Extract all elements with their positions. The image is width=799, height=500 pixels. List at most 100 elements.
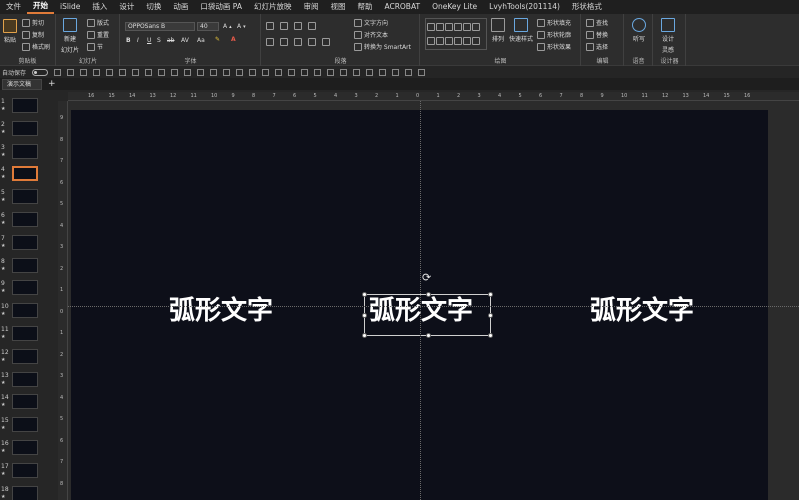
menu-tab[interactable]: ACROBAT <box>378 0 426 14</box>
change-case-button[interactable]: Aa <box>197 37 205 44</box>
menu-tab[interactable]: 切换 <box>140 0 167 14</box>
slide-thumbnail[interactable] <box>12 212 38 227</box>
find-button[interactable]: 查找 <box>586 18 608 27</box>
slide-thumbnail[interactable] <box>12 120 38 136</box>
layer-tool-icon[interactable] <box>262 68 270 76</box>
shape-outline-button[interactable]: 形状轮廓 <box>537 30 571 39</box>
slide-thumbnail[interactable] <box>12 440 38 455</box>
columns-button[interactable] <box>322 38 330 46</box>
resize-handle[interactable] <box>362 313 367 318</box>
slide-thumbnail[interactable] <box>12 143 38 159</box>
slide-thumbnail[interactable] <box>12 394 38 410</box>
menu-tab[interactable]: LvyhTools(201114) <box>483 0 566 14</box>
format-tool-icon[interactable] <box>327 68 335 76</box>
resize-handle[interactable] <box>362 292 367 297</box>
replace-button[interactable]: 替换 <box>586 30 608 39</box>
arc-text-right[interactable]: 弧形文字 <box>590 290 694 327</box>
align-tool-icon[interactable] <box>119 68 127 76</box>
group-tool-icon[interactable] <box>223 68 231 76</box>
slide-thumbnail[interactable] <box>12 303 38 319</box>
new-slide-button[interactable]: 新建 幻灯片 <box>61 18 79 54</box>
menu-tab[interactable]: 文件 <box>0 0 27 14</box>
slide-thumbnail[interactable] <box>12 462 38 478</box>
slide-canvas[interactable]: 弧形文字 弧形文字 弧形文字 ⟳ <box>68 101 799 500</box>
underline-button[interactable]: U <box>147 37 151 44</box>
save-icon[interactable] <box>54 68 62 76</box>
resize-handle[interactable] <box>488 292 493 297</box>
redo-icon[interactable] <box>80 68 88 76</box>
selection-box[interactable] <box>362 292 493 338</box>
align-right-button[interactable] <box>294 38 302 46</box>
arrange-button[interactable]: 排列 <box>491 18 505 43</box>
align-tool-icon[interactable] <box>171 68 179 76</box>
group-tool-icon[interactable] <box>210 68 218 76</box>
spacing-button[interactable]: AV <box>181 37 189 44</box>
shape-effects-button[interactable]: 形状效果 <box>537 42 571 51</box>
slide-thumbnail[interactable] <box>12 485 38 500</box>
layout-button[interactable]: 版式 <box>87 18 109 27</box>
format-tool-icon[interactable] <box>353 68 361 76</box>
section-button[interactable]: 节 <box>87 42 103 51</box>
align-center-button[interactable] <box>280 38 288 46</box>
format-tool-icon[interactable] <box>366 68 374 76</box>
slide-thumbnail[interactable] <box>12 417 38 433</box>
slide-thumbnail[interactable] <box>12 257 38 273</box>
start-presentation-icon[interactable] <box>93 68 101 76</box>
distribute-tool-icon[interactable] <box>197 68 205 76</box>
menu-tab[interactable]: 审阅 <box>297 0 324 14</box>
format-tool-icon[interactable] <box>392 68 400 76</box>
menu-tab[interactable]: OneKey Lite <box>426 0 483 14</box>
format-tool-icon[interactable] <box>288 68 296 76</box>
slide-thumbnail[interactable] <box>12 371 38 387</box>
slide-thumbnail[interactable] <box>12 166 38 182</box>
resize-handle[interactable] <box>488 333 493 338</box>
format-tool-icon[interactable] <box>314 68 322 76</box>
align-tool-icon[interactable] <box>145 68 153 76</box>
align-tool-icon[interactable] <box>132 68 140 76</box>
menu-tab[interactable]: 幻灯片放映 <box>248 0 298 14</box>
undo-icon[interactable] <box>67 68 75 76</box>
quick-styles-button[interactable]: 快速样式 <box>509 18 533 43</box>
smartart-button[interactable]: 转换为 SmartArt <box>354 42 411 51</box>
line-spacing-button[interactable] <box>308 22 316 30</box>
cut-button[interactable]: 剪切 <box>22 18 44 27</box>
justify-button[interactable] <box>308 38 316 46</box>
resize-handle[interactable] <box>362 333 367 338</box>
align-tool-icon[interactable] <box>106 68 114 76</box>
resize-handle[interactable] <box>426 333 431 338</box>
vertical-guide[interactable] <box>420 101 421 500</box>
format-tool-icon[interactable] <box>301 68 309 76</box>
grow-font-button[interactable]: A ▴ <box>223 23 232 30</box>
slide-thumbnail[interactable] <box>12 326 38 341</box>
slide-thumbnail[interactable] <box>12 189 38 205</box>
designer-button[interactable]: 设计 灵感 <box>661 18 675 54</box>
menu-tab[interactable]: 插入 <box>86 0 113 14</box>
shapes-gallery[interactable] <box>425 18 487 50</box>
arc-text-left[interactable]: 弧形文字 <box>169 290 273 327</box>
format-tool-icon[interactable] <box>379 68 387 76</box>
bold-button[interactable]: B <box>126 37 131 44</box>
highlight-button[interactable]: ✎ <box>215 36 220 43</box>
select-button[interactable]: 选择 <box>586 42 608 51</box>
format-tool-icon[interactable] <box>340 68 348 76</box>
slide-thumbnail[interactable] <box>12 234 38 250</box>
menu-tab[interactable]: 设计 <box>113 0 140 14</box>
menu-tab[interactable]: 开始 <box>27 0 54 14</box>
copy-button[interactable]: 复制 <box>22 30 44 39</box>
resize-handle[interactable] <box>426 292 431 297</box>
format-tool-icon[interactable] <box>418 68 426 76</box>
font-size-select[interactable]: 40 <box>197 22 219 31</box>
paste-button[interactable]: 粘贴 <box>3 19 17 44</box>
distribute-tool-icon[interactable] <box>184 68 192 76</box>
menu-tab[interactable]: 形状格式 <box>566 0 608 14</box>
reset-button[interactable]: 重置 <box>87 30 109 39</box>
new-tab-plus-icon[interactable]: + <box>48 79 56 89</box>
numbering-button[interactable] <box>280 22 288 30</box>
slide-thumbnail[interactable] <box>12 98 38 113</box>
shadow-button[interactable]: S <box>157 37 161 44</box>
autosave-toggle[interactable] <box>32 68 49 76</box>
indent-button[interactable] <box>294 22 302 30</box>
rotate-handle-icon[interactable]: ⟳ <box>422 271 431 284</box>
resize-handle[interactable] <box>488 313 493 318</box>
font-color-button[interactable]: A <box>231 36 236 43</box>
